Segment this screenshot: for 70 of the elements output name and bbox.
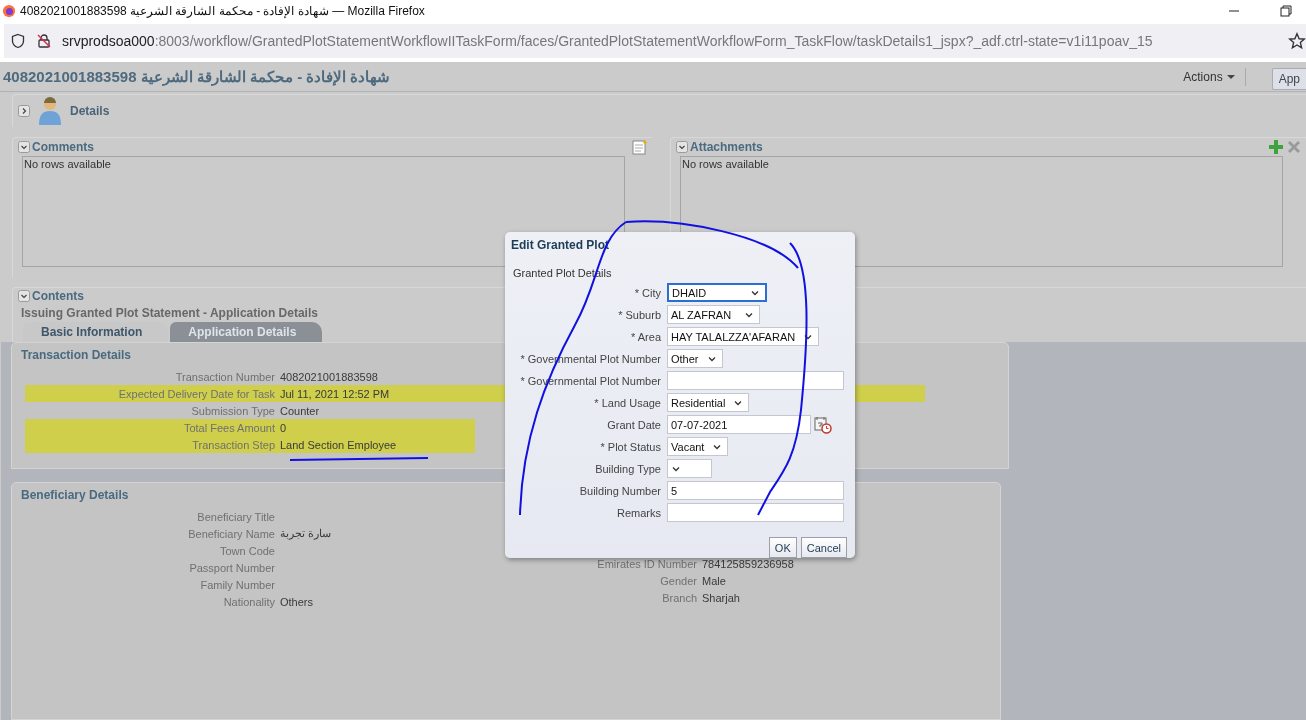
- panel-title: Transaction Details: [21, 348, 132, 364]
- dropdown[interactable]: HAY TALALZZA'AFARAN: [667, 327, 820, 346]
- collapse-icon[interactable]: [18, 141, 30, 153]
- field-label: Submission Type: [190, 404, 275, 417]
- field-label: Town Code: [218, 544, 275, 557]
- collapse-icon[interactable]: [18, 290, 30, 302]
- field-value: Jul 11, 2021 12:52 PM: [280, 387, 390, 400]
- field-label: Gender: [659, 574, 697, 587]
- field-label: Beneficiary Name: [187, 527, 275, 540]
- lock-slash-icon[interactable]: [36, 33, 52, 49]
- shield-icon[interactable]: [10, 33, 26, 49]
- field-label: Transaction Number: [174, 370, 275, 383]
- field-label: Building Type: [595, 462, 661, 475]
- details-label[interactable]: Details: [70, 104, 110, 118]
- field-value: سارة تجربة: [280, 527, 332, 540]
- caret-icon: [1226, 72, 1235, 81]
- input-field[interactable]: [667, 503, 844, 522]
- field-label: Expected Delivery Date for Task: [117, 387, 275, 400]
- empty-message: No rows available: [24, 158, 111, 170]
- field-label: * Land Usage: [594, 396, 661, 409]
- dropdown[interactable]: Residential: [667, 393, 750, 412]
- field-value: 4082021001883598: [280, 370, 378, 383]
- field-label: * Area: [631, 330, 661, 343]
- calendar-clock-icon[interactable]: [814, 415, 832, 434]
- field-value: Sharjah: [702, 591, 740, 604]
- section-title: Contents: [32, 289, 84, 303]
- collapse-icon[interactable]: [676, 141, 688, 153]
- input-field[interactable]: [667, 371, 844, 390]
- panel-title: Comments: [32, 140, 95, 154]
- panel-title: Beneficiary Details: [21, 488, 129, 504]
- dropdown[interactable]: DHAID: [667, 283, 767, 302]
- field-label: Building Number: [579, 484, 661, 497]
- panel-title: Attachments: [690, 140, 764, 154]
- field-label: Family Number: [199, 578, 275, 591]
- field-label: Branch: [661, 591, 697, 604]
- section-subtitle: Issuing Granted Plot Statement - Application Details: [21, 306, 318, 320]
- field-label: Total Fees Amount: [182, 421, 275, 434]
- dropdown[interactable]: Vacant: [667, 437, 729, 456]
- field-label: * City: [634, 286, 661, 299]
- field-value: Others: [280, 595, 313, 608]
- field-label: Passport Number: [188, 561, 275, 574]
- page-title: 4082021001883598 شهادة الإفادة - محكمة الشارقة الشرعية: [3, 67, 392, 86]
- field-label: * Suburb: [618, 308, 661, 321]
- browser-logo-icon: [2, 4, 16, 18]
- window-title: 4082021001883598 شهادة الإفادة - محكمة الشارقة الشرعية — Mozilla Firefox: [20, 4, 426, 18]
- app-button[interactable]: App: [1271, 67, 1306, 90]
- field-label: * Plot Status: [600, 440, 661, 453]
- star-icon[interactable]: [1288, 32, 1306, 50]
- field-label: Nationality: [222, 595, 275, 608]
- ok-button[interactable]: OK: [768, 537, 797, 558]
- field-value: Counter: [280, 404, 320, 417]
- field-label: Remarks: [617, 506, 661, 519]
- field-label: Beneficiary Title: [196, 510, 275, 523]
- field-label: Transaction Step: [191, 438, 275, 451]
- cancel-button[interactable]: Cancel: [800, 537, 847, 558]
- input-field[interactable]: 07-07-2021: [667, 415, 811, 434]
- field-value: Male: [702, 574, 726, 587]
- expand-icon[interactable]: [18, 105, 30, 117]
- field-label: Grant Date: [607, 418, 661, 431]
- person-icon: [38, 96, 62, 126]
- field-label: Emirates ID Number: [596, 557, 697, 570]
- input-field[interactable]: 5: [667, 481, 844, 500]
- field-value: Land Section Employee: [280, 438, 397, 451]
- restore-icon[interactable]: [1280, 5, 1292, 17]
- dropdown[interactable]: AL ZAFRAN: [667, 305, 760, 324]
- field-value: 784125859236958: [702, 557, 794, 570]
- actions-menu[interactable]: Actions: [1183, 69, 1235, 84]
- dropdown[interactable]: Other: [667, 349, 723, 368]
- field-value: 0: [280, 421, 287, 434]
- empty-message: No rows available: [682, 158, 769, 170]
